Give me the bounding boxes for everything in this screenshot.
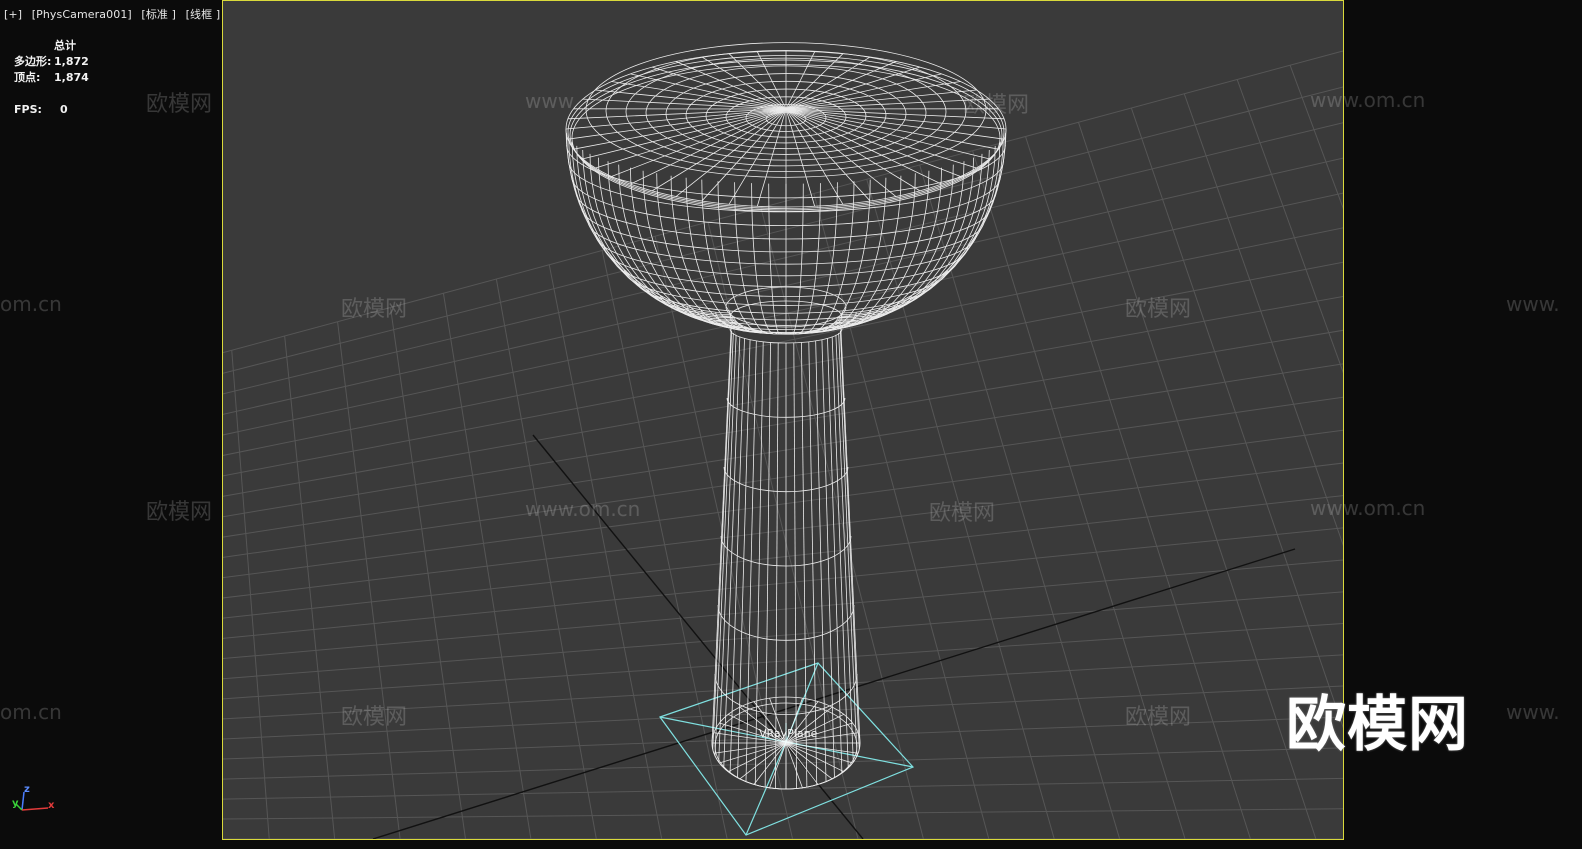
watermark-brand-8: 欧模网 xyxy=(146,500,213,525)
scene-canvas[interactable]: VRayPlane xyxy=(223,1,1343,839)
watermark-url-4: om.cn xyxy=(0,292,62,316)
viewport-menu-camera[interactable]: [PhysCamera001] xyxy=(32,8,132,21)
stats-fps-value: 0 xyxy=(60,103,68,116)
viewport-menu-wireframe[interactable]: [线框 ] xyxy=(186,8,221,21)
viewport-menu-plus[interactable]: [+] xyxy=(4,8,22,21)
axis-y-label: y xyxy=(12,798,19,809)
active-viewport[interactable]: VRayPlane www 欧模网 欧模网 欧模网 www.om.cn 欧模网 … xyxy=(222,0,1344,840)
stats-fps-label: FPS: xyxy=(14,103,42,116)
stats-poly-row: 多边形: 1,872 xyxy=(14,54,120,70)
stats-vert-value: 1,874 xyxy=(54,71,89,84)
viewport-menu-shading-standard[interactable]: [标准 ] xyxy=(141,8,176,21)
stats-poly-value: 1,872 xyxy=(54,55,89,68)
axis-x-label: x xyxy=(48,800,55,811)
axis-z-label: z xyxy=(24,784,30,795)
vrayplane-helper[interactable] xyxy=(659,662,915,836)
stats-vert-label: 顶点: xyxy=(14,71,41,84)
watermark-url-8: www. xyxy=(1506,700,1560,724)
stats-vert-row: 顶点: 1,874 xyxy=(14,70,120,86)
home-grid xyxy=(223,50,1343,839)
stats-poly-label: 多边形: xyxy=(14,55,52,68)
brand-logo: 欧模网 xyxy=(1286,690,1469,760)
bowl-stand-wireframe[interactable] xyxy=(565,42,1007,790)
max-viewport-window: [+] [PhysCamera001] [标准 ] [线框 ] 总计 多边形: … xyxy=(0,0,1582,849)
viewport-label-menu: [+] [PhysCamera001] [标准 ] [线框 ] xyxy=(4,6,226,22)
stats-fps-row: FPS: 0 xyxy=(14,102,120,118)
watermark-url-7: om.cn xyxy=(0,700,62,724)
watermark-brand-7: 欧模网 xyxy=(146,92,213,117)
stats-title: 总计 xyxy=(54,39,76,52)
stats-overlay: 总计 多边形: 1,872 顶点: 1,874 FPS: 0 xyxy=(14,38,120,118)
axis-tripod-icon: z y x xyxy=(10,784,60,822)
watermark-url-5: www. xyxy=(1506,292,1560,316)
